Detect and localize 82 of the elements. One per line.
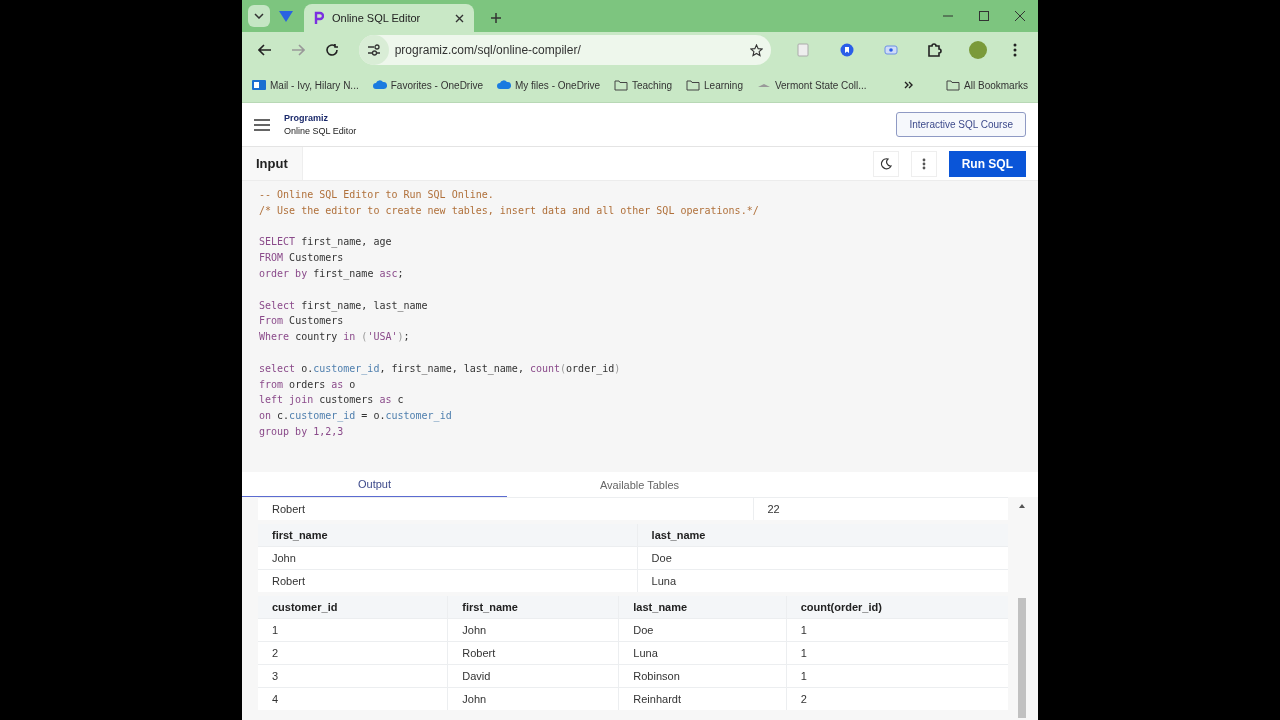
- table-cell: David: [447, 664, 619, 688]
- bookmark-link[interactable]: Learning: [704, 79, 743, 91]
- table-cell: 4: [258, 687, 448, 710]
- table-cell: Doe: [637, 546, 1008, 570]
- star-icon[interactable]: [749, 43, 763, 57]
- site-logo[interactable]: Programiz: [284, 113, 357, 123]
- table-cell: 1: [786, 641, 1008, 665]
- code-line: -- Online SQL Editor to Run SQL Online.: [259, 188, 495, 202]
- code-line: SELECT first_name, age: [259, 235, 393, 250]
- site-settings-icon[interactable]: [366, 44, 381, 56]
- column-header: customer_id: [258, 596, 448, 619]
- moon-icon: [879, 157, 892, 170]
- table-cell: 22: [753, 497, 1008, 520]
- tab-title: Online SQL Editor: [332, 12, 422, 24]
- chevron-icon[interactable]: [904, 80, 915, 90]
- bookmark-link[interactable]: Vermont State Coll...: [774, 79, 867, 91]
- code-line: Where country in ('USA');: [259, 330, 411, 345]
- code-line: group by 1,2,3: [259, 424, 345, 439]
- tab-search-button[interactable]: [248, 5, 270, 27]
- code-line: From Customers: [259, 314, 345, 329]
- code-line: select o.customer_id, first_name, last_name, count(order_id): [259, 361, 622, 377]
- bookmark-extension-icon[interactable]: [840, 43, 855, 57]
- code-line: Select first_name, last_name: [259, 298, 429, 314]
- table-cell: Luna: [637, 569, 1008, 592]
- bookmark-link[interactable]: All Bookmarks: [964, 79, 1028, 91]
- table-cell: 1: [786, 618, 1008, 642]
- chevron-down-icon: [254, 13, 264, 19]
- bookmark-link[interactable]: Teaching: [632, 79, 672, 91]
- code-line: /* Use the editor to create new tables, insert data and all other SQL operations.*/: [259, 203, 760, 218]
- menu-icon[interactable]: [254, 118, 270, 131]
- bookmark-link[interactable]: My files - OneDrive: [514, 79, 600, 91]
- new-tab-icon[interactable]: [488, 10, 504, 26]
- table-cell: Reinhardt: [618, 687, 787, 710]
- dark-mode-button[interactable]: [872, 150, 899, 177]
- folder-icon: [686, 79, 700, 91]
- back-icon[interactable]: [257, 44, 272, 56]
- table-cell: Robert: [258, 569, 638, 592]
- close-icon[interactable]: [455, 13, 464, 23]
- column-header: count(order_id): [786, 596, 1008, 619]
- table-cell: Robert: [447, 641, 619, 665]
- column-header: last_name: [618, 596, 787, 619]
- reload-icon[interactable]: [324, 43, 339, 57]
- table-cell: 1: [786, 664, 1008, 688]
- column-header: last_name: [637, 524, 1008, 547]
- code-line: order by first_name asc;: [259, 267, 405, 282]
- table-cell: Robert: [258, 497, 753, 520]
- browser-tab[interactable]: Online SQL Editor: [304, 4, 474, 32]
- table-cell: Doe: [618, 618, 787, 642]
- table-cell: Robinson: [618, 664, 787, 688]
- table-cell: John: [258, 546, 638, 570]
- output-tab[interactable]: Output: [242, 472, 507, 497]
- code-line: left join customers as c: [259, 393, 405, 408]
- table-cell: 3: [258, 664, 448, 688]
- screen-record-icon[interactable]: [883, 44, 898, 56]
- output-tab[interactable]: Available Tables: [507, 472, 772, 497]
- code-line: FROM Customers: [259, 251, 345, 266]
- mail-icon: [252, 79, 266, 91]
- column-header: first_name: [447, 596, 619, 619]
- table-cell: Luna: [618, 641, 787, 665]
- table-cell: John: [447, 618, 619, 642]
- input-tab[interactable]: Input: [242, 147, 303, 180]
- scrollbar-thumb[interactable]: [1018, 598, 1026, 718]
- table-cell: John: [447, 687, 619, 710]
- bookmark-link[interactable]: Mail - Ivy, Hilary N...: [270, 79, 359, 91]
- site-subtitle: Online SQL Editor: [284, 126, 357, 136]
- more-icon: [921, 157, 926, 170]
- cloud-icon: [496, 79, 511, 91]
- code-line: on c.customer_id = o.customer_id: [259, 409, 453, 424]
- course-button[interactable]: Interactive SQL Course: [896, 112, 1026, 137]
- column-header: first_name: [258, 524, 638, 547]
- bookmark-link[interactable]: Favorites - OneDrive: [390, 79, 483, 91]
- folder-icon: [614, 79, 628, 91]
- scroll-up-icon[interactable]: [1018, 503, 1026, 509]
- puzzle-icon[interactable]: [926, 42, 943, 58]
- menu-icon[interactable]: [1013, 43, 1018, 57]
- run-button[interactable]: Run SQL: [948, 150, 1026, 177]
- table-cell: 1: [258, 618, 448, 642]
- cloud-icon: [372, 79, 387, 91]
- table-cell: 2: [258, 641, 448, 665]
- folder-icon: [946, 79, 961, 91]
- code-line: from orders as o: [259, 377, 357, 392]
- table-cell: 2: [786, 687, 1008, 710]
